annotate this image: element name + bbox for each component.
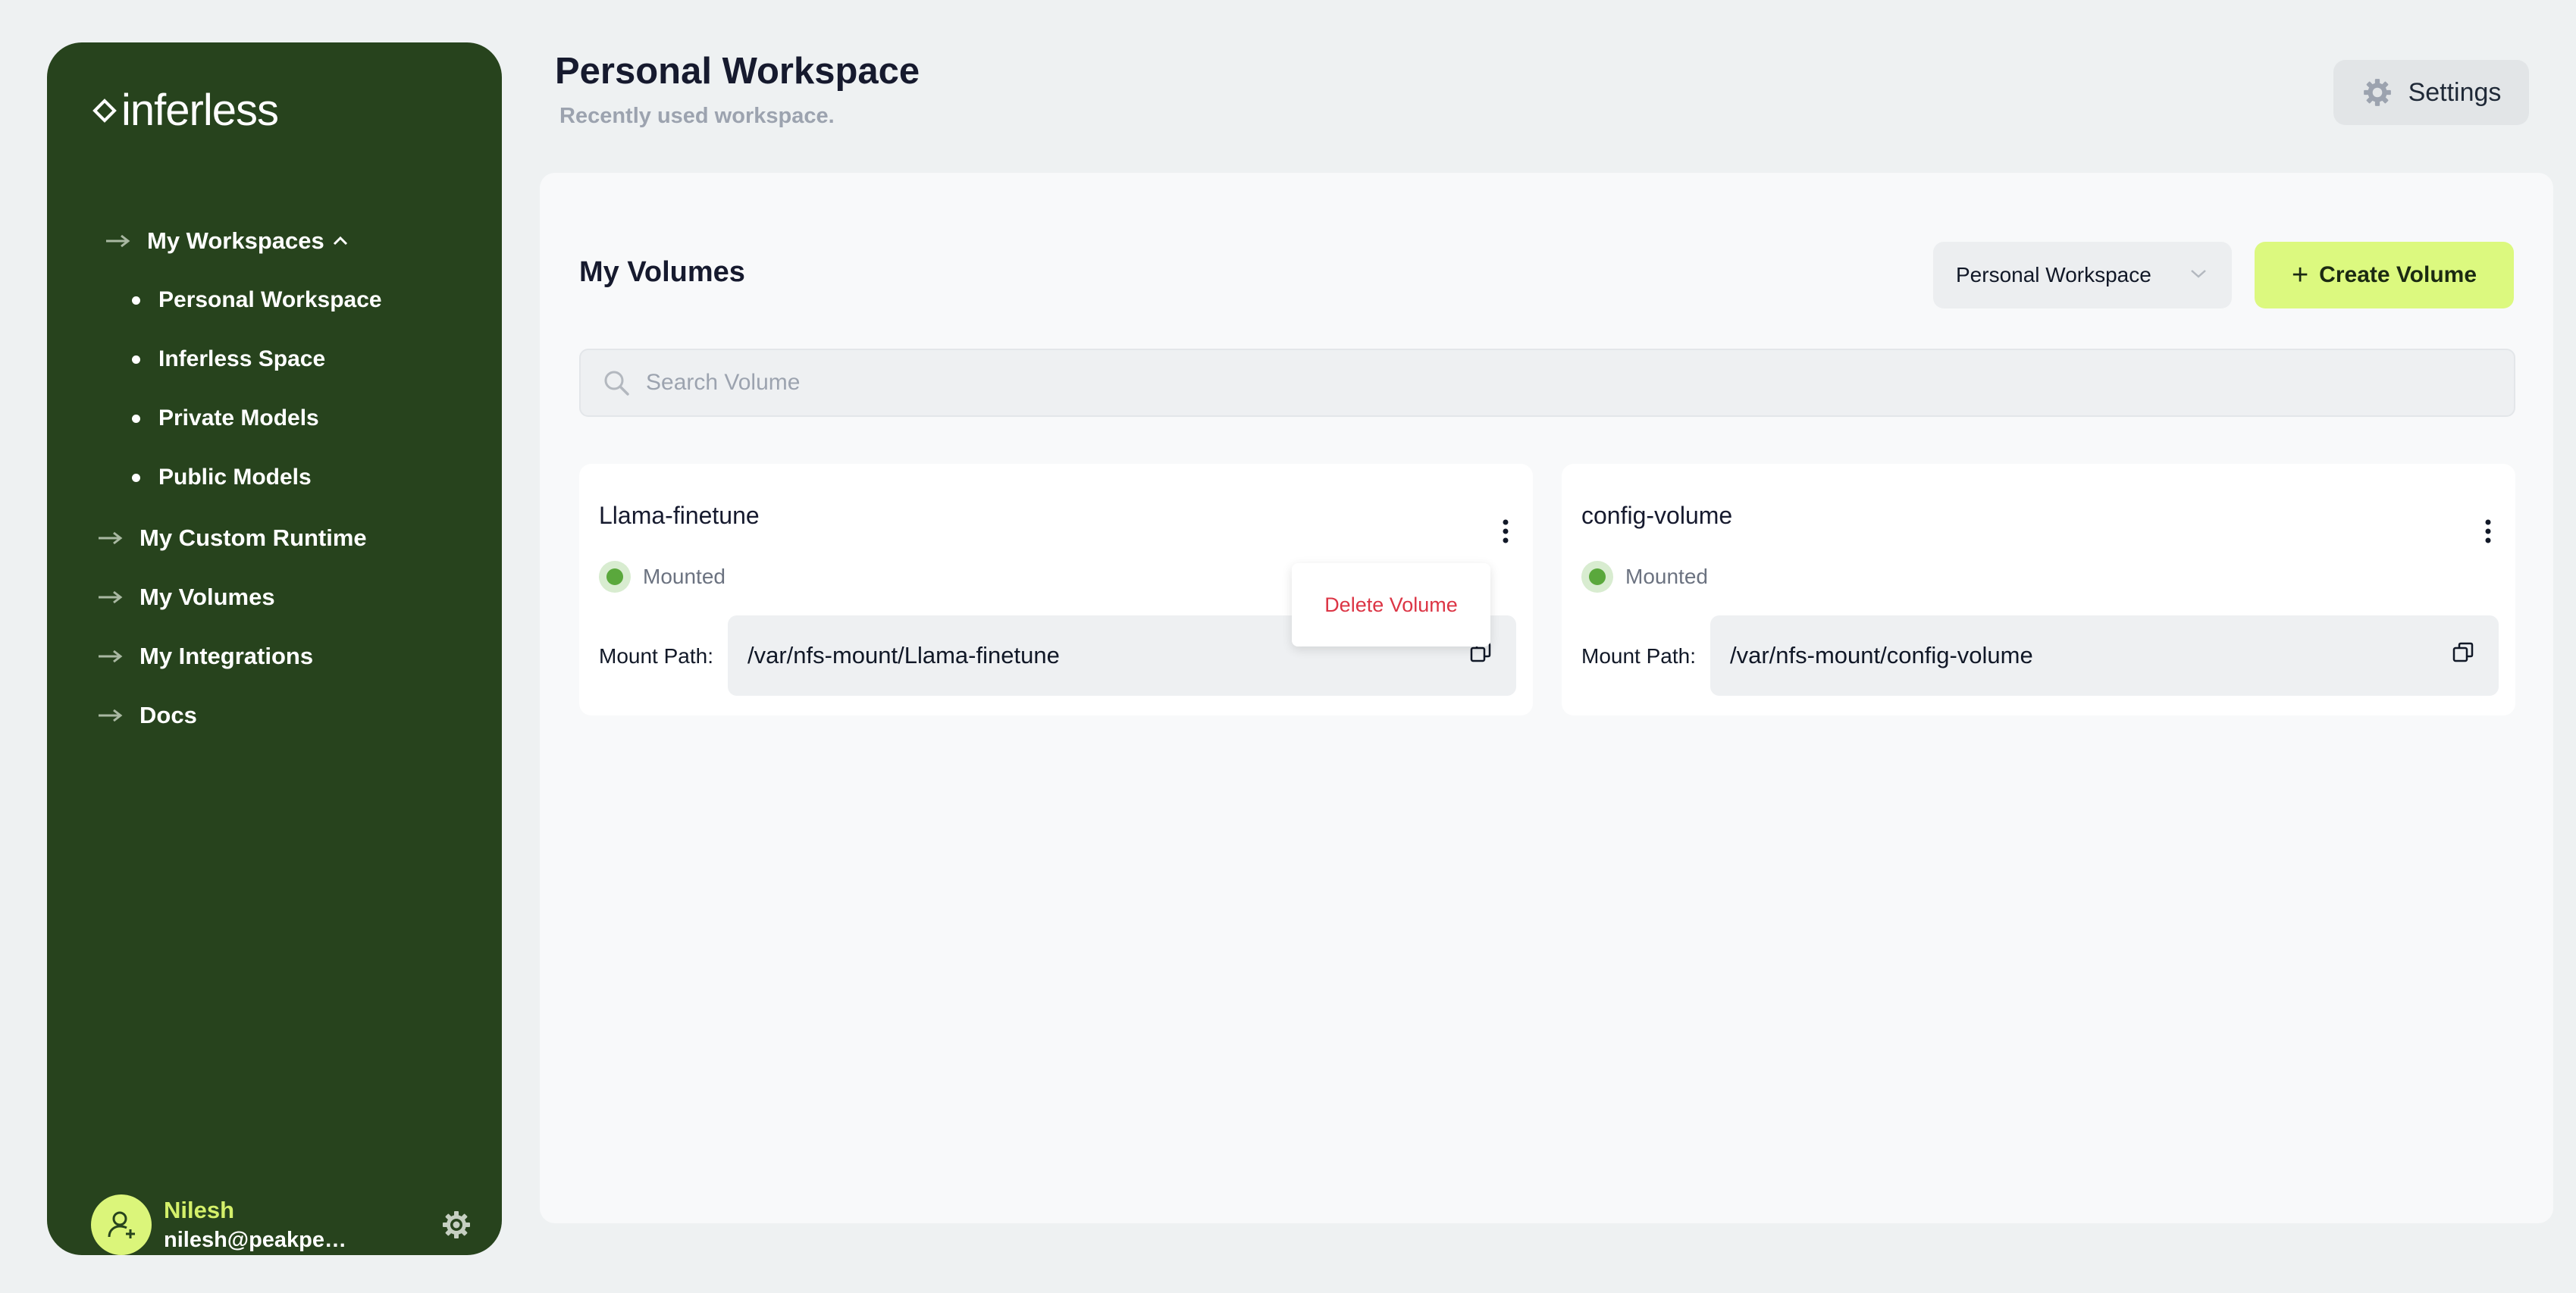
user-email: nilesh@peakperf... <box>164 1228 353 1252</box>
settings-label: Settings <box>2408 77 2502 107</box>
mount-path-value: /var/nfs-mount/Llama-finetune <box>747 642 1060 668</box>
sidebar-item-volumes[interactable]: My Volumes <box>97 584 275 611</box>
volume-card: config-volume Mounted Mount Path: /var/n… <box>1562 464 2515 715</box>
page-title: Personal Workspace <box>555 51 920 92</box>
bullet-icon <box>132 355 140 364</box>
chevron-up-icon <box>333 236 347 246</box>
status-text: Mounted <box>1625 565 1708 588</box>
volume-status: Mounted <box>599 561 725 593</box>
avatar <box>91 1194 152 1255</box>
arrow-right-icon <box>106 234 130 248</box>
sidebar-item-docs[interactable]: Docs <box>97 702 197 729</box>
delete-volume-menu-item[interactable]: Delete Volume <box>1324 593 1458 617</box>
sidebar-subitem-public-models[interactable]: Public Models <box>132 465 312 490</box>
sidebar-item-label: My Integrations <box>139 643 314 669</box>
kebab-icon[interactable] <box>1501 518 1510 544</box>
section-title: My Volumes <box>579 256 745 288</box>
mount-path-label: Mount Path: <box>1581 644 1696 668</box>
sidebar-item-label: Inferless Space <box>158 346 326 371</box>
user-add-icon <box>108 1211 135 1238</box>
create-volume-button[interactable]: + Create Volume <box>2255 242 2514 308</box>
copy-icon[interactable] <box>2452 641 2474 664</box>
bullet-icon <box>132 473 140 482</box>
sidebar-subitem-personal-workspace[interactable]: Personal Workspace <box>132 287 382 313</box>
user-profile[interactable]: Nilesh nilesh@peakperf... <box>91 1193 470 1257</box>
workspace-select-value: Personal Workspace <box>1956 263 2151 286</box>
sidebar-subitem-inferless-space[interactable]: Inferless Space <box>132 346 325 372</box>
mount-path-label: Mount Path: <box>599 644 713 668</box>
user-info: Nilesh nilesh@peakperf... <box>164 1195 353 1254</box>
sidebar-item-custom-runtime[interactable]: My Custom Runtime <box>97 524 367 552</box>
create-volume-label: Create Volume <box>2319 262 2477 287</box>
sidebar-item-integrations[interactable]: My Integrations <box>97 643 313 670</box>
sidebar: inferless My Workspaces Personal Workspa… <box>47 42 502 1255</box>
settings-button[interactable]: Settings <box>2333 60 2529 125</box>
user-name: Nilesh <box>164 1197 235 1223</box>
sidebar-item-label: Public Models <box>158 465 312 490</box>
sidebar-item-label: Docs <box>139 702 197 728</box>
mount-path-value: /var/nfs-mount/config-volume <box>1730 642 2033 668</box>
status-text: Mounted <box>643 565 725 588</box>
arrow-right-icon <box>99 709 123 722</box>
bullet-icon <box>132 414 140 423</box>
arrow-right-icon <box>99 531 123 545</box>
volume-status: Mounted <box>1581 561 1708 593</box>
gear-icon <box>2363 79 2391 106</box>
volume-name: Llama-finetune <box>599 502 760 529</box>
logo-mark-icon <box>92 98 117 123</box>
status-dot-icon <box>1581 561 1613 593</box>
search-bar[interactable] <box>579 349 2515 417</box>
sidebar-item-label: My Custom Runtime <box>139 524 367 551</box>
search-input[interactable] <box>646 370 2465 396</box>
plus-icon: + <box>2291 258 2309 291</box>
chevron-down-icon <box>2191 270 2206 278</box>
mount-path-field: /var/nfs-mount/config-volume <box>1710 615 2499 696</box>
gear-icon[interactable] <box>441 1210 472 1240</box>
sidebar-item-label: Personal Workspace <box>158 287 382 312</box>
search-icon <box>604 371 629 396</box>
volume-name: config-volume <box>1581 502 1733 529</box>
logo[interactable]: inferless <box>92 85 279 136</box>
sidebar-item-label: My Workspaces <box>147 227 324 254</box>
bullet-icon <box>132 296 140 305</box>
main-panel: My Volumes Personal Workspace + Create V… <box>540 173 2553 1223</box>
sidebar-item-workspaces[interactable]: My Workspaces <box>105 227 349 255</box>
arrow-right-icon <box>99 590 123 604</box>
arrow-right-icon <box>99 650 123 663</box>
sidebar-item-label: My Volumes <box>139 584 275 610</box>
volume-context-menu: Delete Volume <box>1292 563 1490 646</box>
workspace-select[interactable]: Personal Workspace <box>1933 242 2232 308</box>
sidebar-item-label: Private Models <box>158 405 319 430</box>
status-dot-icon <box>599 561 631 593</box>
sidebar-subitem-private-models[interactable]: Private Models <box>132 405 319 431</box>
logo-text: inferless <box>121 86 279 135</box>
page-subtitle: Recently used workspace. <box>559 104 835 128</box>
kebab-icon[interactable] <box>2484 518 2493 544</box>
